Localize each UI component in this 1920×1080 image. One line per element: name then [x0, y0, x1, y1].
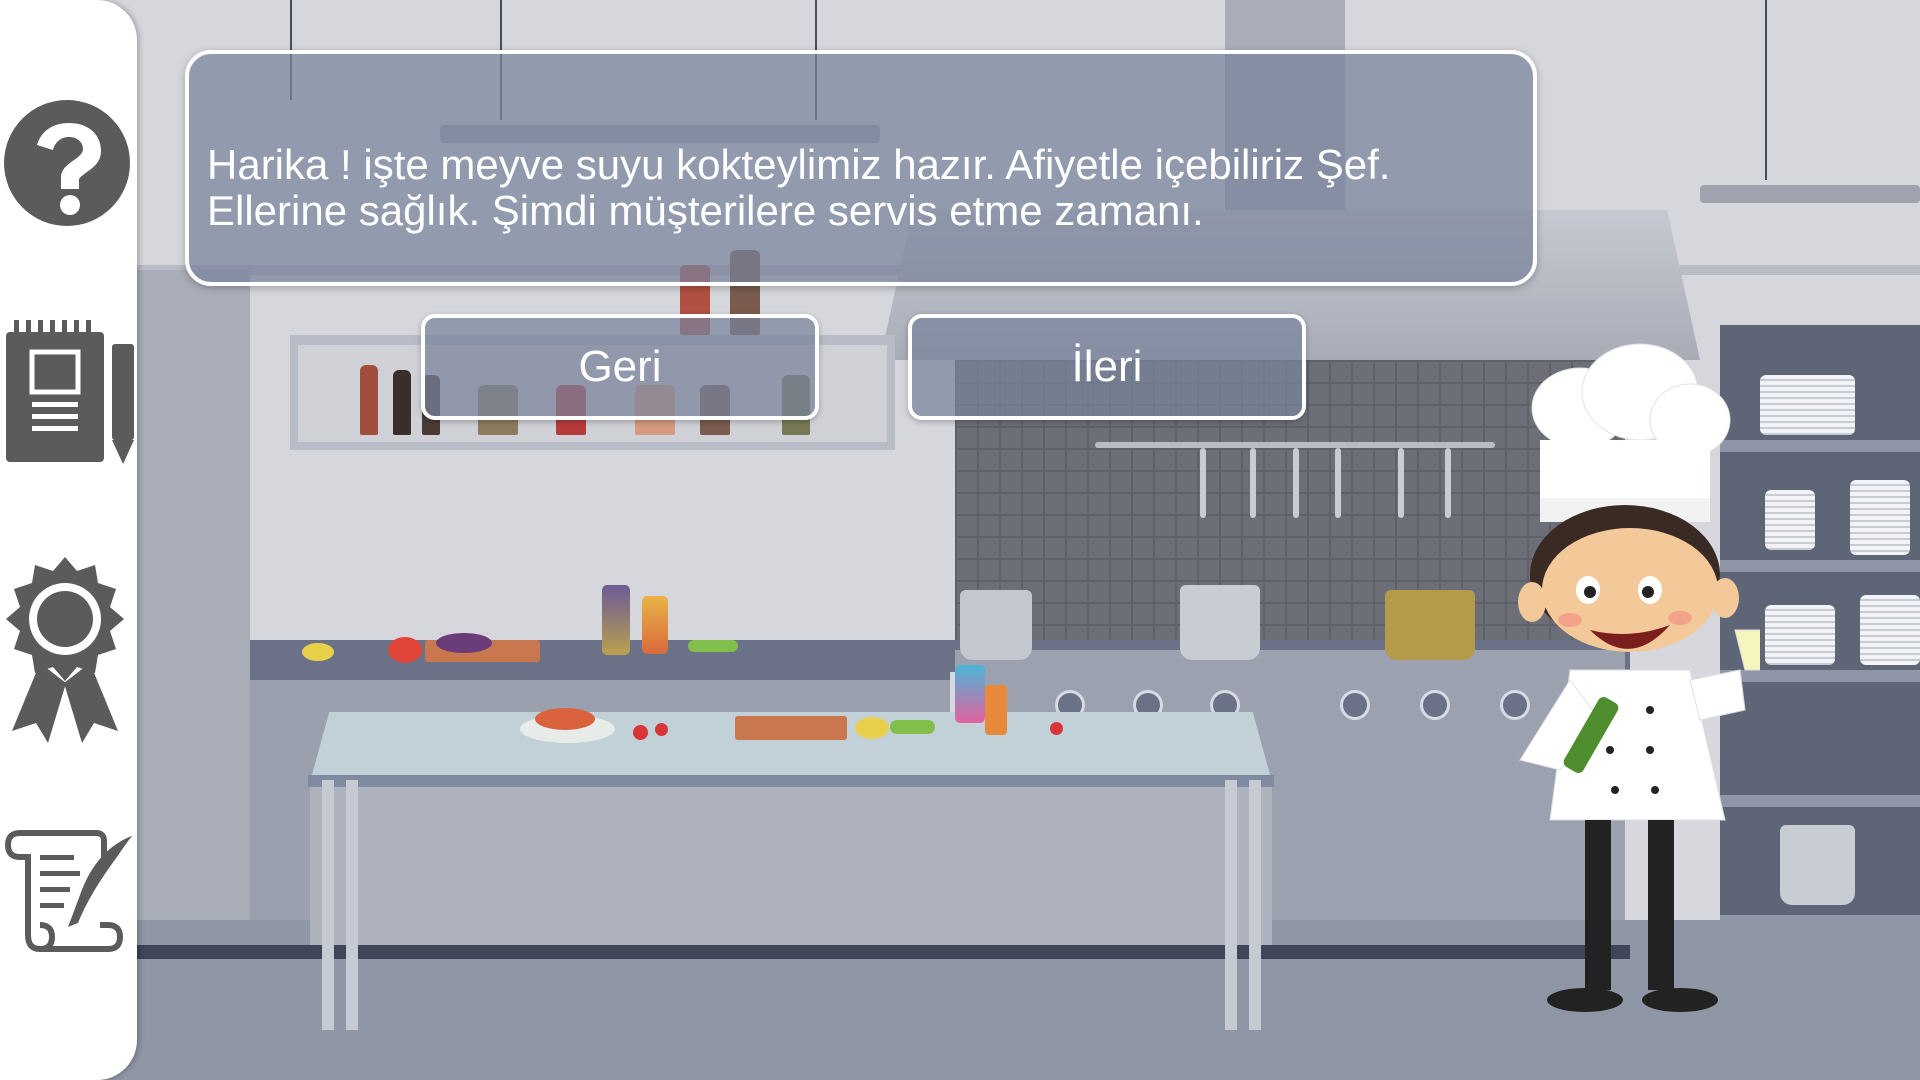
cherry-tomato [633, 725, 648, 740]
plate-stack [1850, 480, 1910, 555]
scroll-quill-icon [4, 830, 135, 952]
prep-table-edge [308, 775, 1274, 787]
bottle [393, 370, 411, 435]
bowl-stack [1765, 605, 1835, 665]
fork [1398, 448, 1404, 518]
chef-character [1490, 340, 1776, 1020]
table-leg [1225, 780, 1237, 1030]
stove-knob [1340, 690, 1370, 720]
eggplant [436, 633, 492, 653]
help-button[interactable] [0, 95, 137, 230]
script-button[interactable] [0, 825, 137, 955]
rack-pot [1780, 825, 1855, 905]
tomato [388, 637, 422, 663]
bottle [360, 365, 378, 435]
spice-shaker [985, 685, 1007, 735]
dialog-box: Harika ! işte meyve suyu kokteylimiz haz… [185, 50, 1537, 286]
cucumber [890, 720, 935, 734]
notes-button[interactable] [0, 318, 137, 468]
saucepan [960, 590, 1032, 660]
bowl-stack [1860, 595, 1920, 665]
stove-knob [1420, 690, 1450, 720]
back-button[interactable]: Geri [421, 314, 819, 420]
sidebar [0, 0, 137, 1080]
chef-illustration [1518, 343, 1776, 1012]
notepad-pencil-icon [6, 320, 134, 464]
ladle [1250, 448, 1256, 518]
golden-pot [1385, 590, 1475, 660]
dialog-line-2: Ellerine sağlık. Şimdi müşterilere servi… [207, 187, 1204, 234]
whisk [1200, 448, 1206, 518]
cucumber [688, 640, 738, 652]
bowl-stack [1765, 490, 1815, 550]
cherry-tomato [1050, 722, 1063, 735]
lemon [855, 717, 889, 739]
cherry-tomato [655, 723, 668, 736]
lemon [302, 643, 334, 661]
question-mark-icon [3, 99, 130, 226]
spice-jar [642, 596, 668, 654]
spice-jar [602, 585, 630, 655]
prep-table-cabinet [310, 785, 1272, 945]
table-leg [1249, 780, 1261, 1030]
lamp-wire [1765, 0, 1767, 180]
stock-pot [1180, 585, 1260, 660]
ceiling-lamp [1700, 185, 1920, 203]
steak [535, 708, 595, 730]
next-button[interactable]: İleri [908, 314, 1306, 420]
table-leg [346, 780, 358, 1030]
skimmer [1293, 448, 1299, 518]
wall-panel [130, 270, 250, 940]
spice-shaker [955, 665, 985, 723]
back-counter [250, 640, 950, 680]
dialog-message: Harika ! işte meyve suyu kokteylimiz haz… [207, 142, 1517, 234]
turner [1445, 448, 1451, 518]
spatula [1335, 448, 1341, 518]
plate-stack [1760, 375, 1855, 435]
award-ribbon-icon [6, 557, 124, 743]
achievements-button[interactable] [0, 553, 137, 743]
dialog-line-1: Harika ! işte meyve suyu kokteylimiz haz… [207, 141, 1391, 188]
cutting-board [735, 716, 847, 740]
table-leg [322, 780, 334, 1030]
